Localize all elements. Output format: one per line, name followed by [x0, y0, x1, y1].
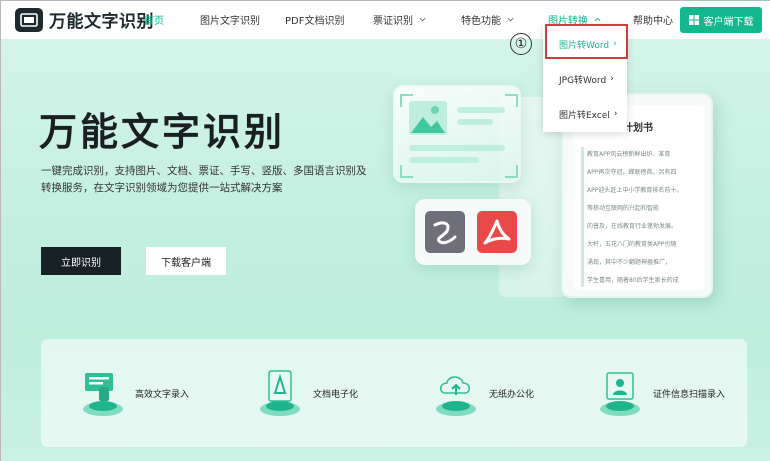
- image-card-illustration: [393, 85, 521, 183]
- feature-label: 文档电子化: [313, 389, 359, 400]
- document-line: 涌现，其中不少翻题神器推广，: [587, 259, 672, 266]
- nav-item-label: 特色功能: [461, 16, 501, 27]
- nav-item-home[interactable]: 首页: [144, 12, 164, 27]
- document-line: 大杆，五花八门的教育类APP也随: [587, 241, 677, 248]
- top-nav: 万能文字识别 首页 图片文字识别 PDF文档识别 票证识别 特色功能 图片转换 …: [1, 1, 770, 39]
- client-download-label: 客户端下载: [703, 16, 754, 28]
- step-marker: ①: [510, 33, 532, 55]
- nav-item-features[interactable]: 特色功能: [461, 12, 514, 27]
- document-line: 教育APP风云榜新鲜出炉。某育: [587, 151, 671, 158]
- document-line: 的普及，在线教育行业蓬勃发展。: [587, 223, 678, 230]
- document-line: APP迎头赶上中小学教育排名前十。: [587, 187, 683, 194]
- document-line: APP再次夺冠，蝉联榜首。另有四: [587, 169, 677, 176]
- dropdown-item-label: 图片转Excel: [559, 110, 610, 121]
- document-line: 学生喜用，随着80后学生家长的成: [587, 277, 679, 284]
- document-sheet: 计划书 教育APP风云榜新鲜出炉。某育 APP再次夺冠，蝉联榜首。另有四 APP…: [573, 105, 705, 290]
- chevron-down-icon: [507, 17, 514, 22]
- dropdown-item-image-to-excel[interactable]: 图片转Excel ›: [543, 99, 627, 129]
- logo-icon: [15, 7, 43, 32]
- image-icon: [400, 94, 518, 178]
- feature-label: 无纸办公化: [489, 389, 535, 400]
- id-card-icon: [595, 365, 645, 421]
- nav-item-label: 帮助中心: [633, 16, 673, 27]
- highlight-box: [545, 24, 628, 59]
- pdf-icon: [477, 211, 517, 253]
- nav-item-ticket-ocr[interactable]: 票证识别: [373, 12, 426, 27]
- format-icons-card: [415, 199, 531, 265]
- feature-doc-digitize[interactable]: 文档电子化: [255, 339, 358, 447]
- client-download-button[interactable]: 客户端下载: [680, 7, 762, 33]
- handwriting-icon: [425, 211, 465, 253]
- chevron-right-icon: ›: [610, 74, 614, 84]
- feature-id-scan[interactable]: 证件信息扫描录入: [595, 339, 725, 447]
- nav-item-help[interactable]: 帮助中心: [633, 12, 673, 27]
- feature-text-input[interactable]: 高效文字录入: [77, 339, 189, 447]
- nav-item-label: 票证识别: [373, 16, 413, 27]
- dropdown-item-jpg-to-word[interactable]: JPG转Word ›: [543, 64, 627, 94]
- document-title: 计划书: [623, 123, 653, 134]
- dropdown-item-label: JPG转Word: [559, 75, 607, 86]
- nav-item-label: PDF文档识别: [285, 16, 345, 27]
- document-line: 等移动互联网的兴起和智能: [587, 205, 660, 212]
- nav-item-pdf-ocr[interactable]: PDF文档识别: [285, 12, 344, 27]
- pdf-doc-icon: [255, 365, 305, 421]
- windows-icon: [688, 15, 699, 25]
- chevron-right-icon: ›: [613, 109, 618, 119]
- cloud-upload-icon: [431, 365, 481, 421]
- feature-paperless[interactable]: 无纸办公化: [431, 339, 534, 447]
- chevron-down-icon: [419, 17, 426, 22]
- feature-label: 高效文字录入: [135, 389, 190, 400]
- hero-description: 一键完成识别，支持图片、文档、票证、手写、竖版、多国语言识别及转换服务，在文字识…: [41, 165, 367, 194]
- feature-label: 证件信息扫描录入: [653, 389, 726, 400]
- logo[interactable]: 万能文字识别: [15, 7, 154, 32]
- nav-item-image-ocr[interactable]: 图片文字识别: [200, 12, 260, 27]
- hero-title: 万能文字识别: [39, 110, 286, 154]
- logo-text: 万能文字识别: [49, 12, 154, 32]
- chevron-up-icon: [594, 17, 601, 22]
- recognize-now-button[interactable]: 立即识别: [41, 247, 121, 275]
- nav-item-label: 首页: [144, 16, 164, 27]
- document-stripe: [581, 147, 584, 287]
- features-bar: 高效文字录入 文档电子化 无纸办公化 证件信息扫描录入: [41, 339, 747, 447]
- download-client-button[interactable]: 下载客户端: [146, 247, 226, 275]
- nav-item-label: 图片文字识别: [200, 16, 260, 27]
- text-input-icon: [77, 365, 127, 421]
